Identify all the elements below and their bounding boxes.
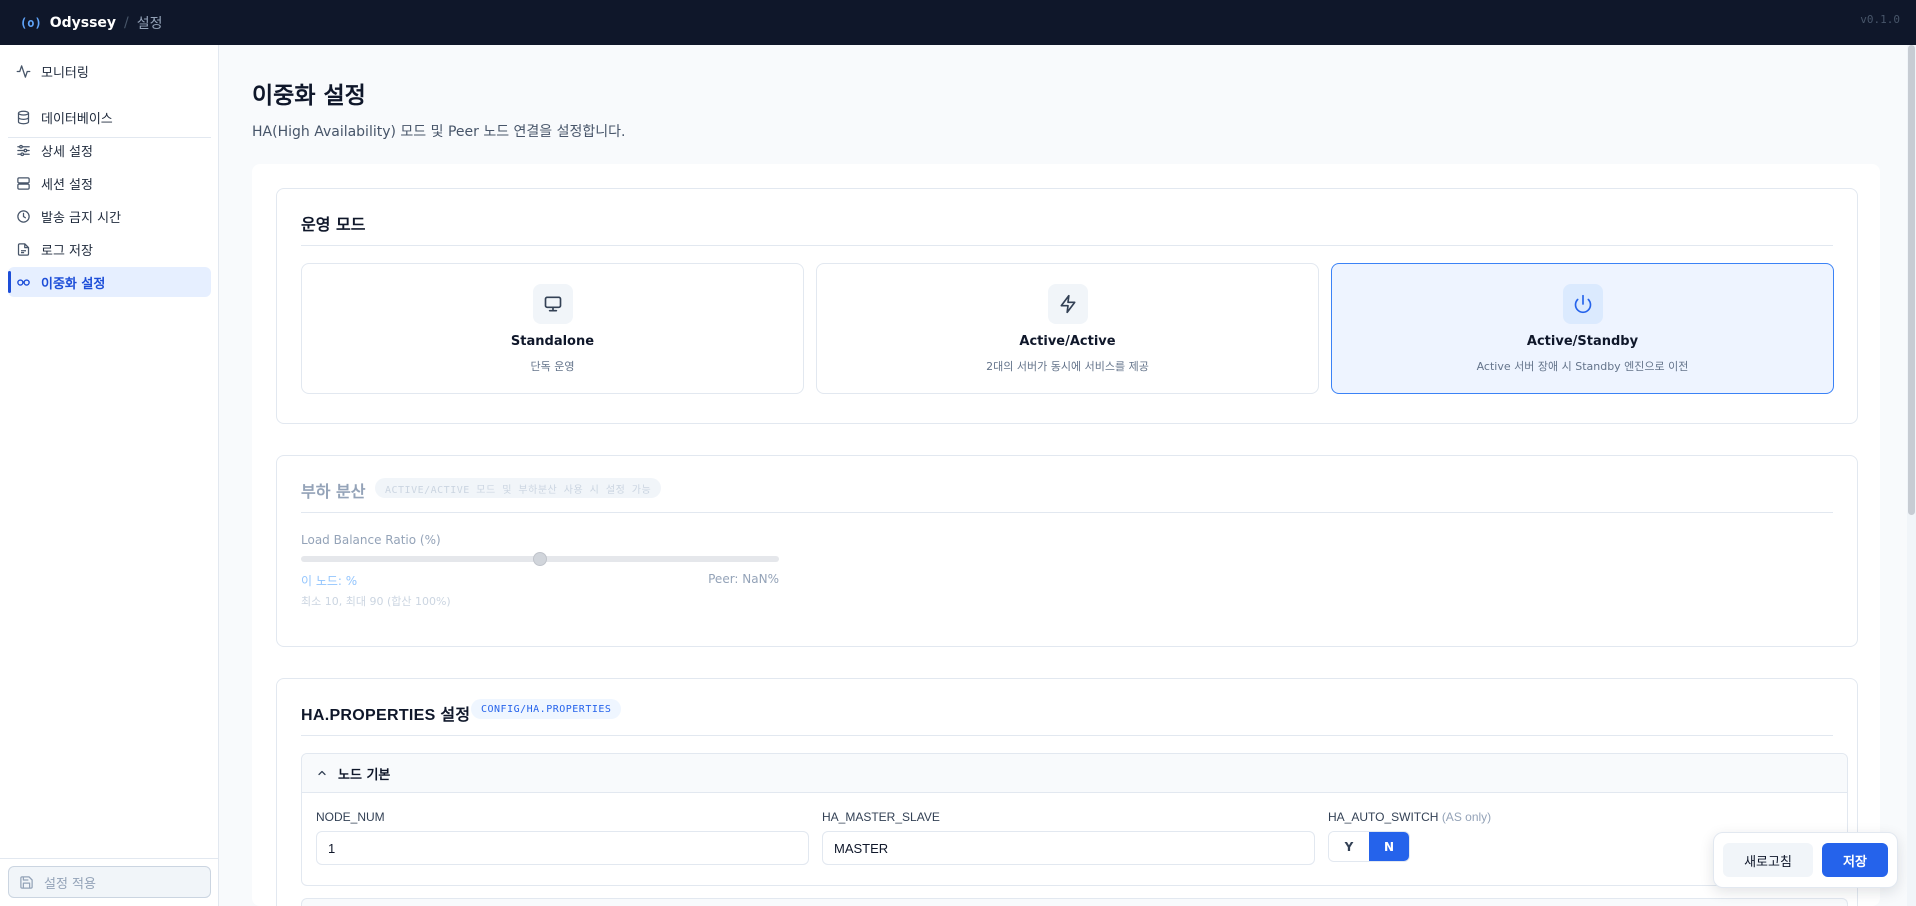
node-num-input[interactable] xyxy=(316,831,809,865)
file-text-icon xyxy=(17,242,30,256)
mode-icon-box xyxy=(1562,284,1603,324)
load-balance-slider[interactable] xyxy=(301,552,779,566)
version-label: v0.1.0 xyxy=(1860,13,1900,26)
sidebar-footer: 설정 적용 xyxy=(0,858,219,906)
mode-name: Active/Active xyxy=(1019,334,1116,349)
breadcrumb-separator: / xyxy=(124,14,129,31)
load-balance-badge: ACTIVE/ACTIVE 모드 및 부하분산 사용 시 설정 가능 xyxy=(375,478,662,498)
node-basic-section: 노드 기본 NODE_NUM HA_MASTER_SLAVE HA_AUTO_S… xyxy=(301,753,1848,886)
auto-switch-label-text: HA_AUTO_SWITCH xyxy=(1328,810,1439,824)
mode-description: 단독 운영 xyxy=(530,360,575,373)
next-section-header[interactable] xyxy=(301,898,1848,906)
brand[interactable]: (o) Odyssey / 설정 xyxy=(20,13,163,33)
sidebar-item-blackout-time[interactable]: 발송 금지 시간 xyxy=(8,201,211,231)
sidebar-item-advanced[interactable]: 상세 설정 xyxy=(8,135,211,165)
sidebar-item-log[interactable]: 로그 저장 xyxy=(8,234,211,264)
server-icon xyxy=(17,176,30,190)
mode-option-active-active[interactable]: Active/Active 2대의 서버가 동시에 서비스를 제공 xyxy=(816,263,1319,394)
mode-name: Active/Standby xyxy=(1526,334,1639,349)
sidebar-item-database[interactable]: 데이터베이스 xyxy=(8,102,211,132)
main-panel: 운영 모드 Standalone 단독 운영 Active/Active 2대의… xyxy=(252,164,1880,906)
sliders-icon xyxy=(17,144,30,156)
top-bar: (o) Odyssey / 설정 v0.1.0 xyxy=(0,0,1916,45)
breadcrumb-current: 설정 xyxy=(136,15,163,32)
load-balance-ratio-label: Load Balance Ratio (%) xyxy=(301,533,441,547)
mode-card-title: 운영 모드 xyxy=(301,215,366,234)
sidebar-item-label: 모니터링 xyxy=(41,65,89,81)
sidebar-item-label: 상세 설정 xyxy=(41,144,93,160)
mode-description: Active 서버 장애 시 Standby 엔진으로 이전 xyxy=(1476,360,1689,373)
activity-icon xyxy=(16,64,31,78)
mode-option-active-standby[interactable]: Active/Standby Active 서버 장애 시 Standby 엔진… xyxy=(1331,263,1834,394)
card-divider xyxy=(301,245,1833,246)
slider-thumb[interactable] xyxy=(533,552,547,566)
ha-properties-card: HA.PROPERTIES 설정 CONFIG/HA.PROPERTIES 노드… xyxy=(276,678,1858,906)
monitor-icon xyxy=(544,296,561,312)
node-num-label: NODE_NUM xyxy=(316,810,385,824)
database-icon xyxy=(17,110,30,124)
mode-name: Standalone xyxy=(510,334,595,349)
card-divider xyxy=(301,512,1833,513)
mode-icon-box xyxy=(532,284,573,324)
auto-switch-no-option[interactable]: N xyxy=(1369,832,1409,861)
auto-switch-yes-option[interactable]: Y xyxy=(1329,832,1369,861)
floating-action-bar: 새로고침 저장 xyxy=(1713,832,1898,888)
page-scrollbar[interactable] xyxy=(1907,45,1916,906)
odyssey-logo-icon: (o) xyxy=(20,15,42,30)
chevron-up-icon xyxy=(318,770,326,776)
auto-switch-hint: (AS only) xyxy=(1441,810,1492,824)
save-button[interactable]: 저장 xyxy=(1822,843,1888,877)
section-title: 노드 기본 xyxy=(338,767,391,783)
ha-properties-path-badge: CONFIG/HA.PROPERTIES xyxy=(471,699,622,719)
sidebar: 모니터링 데이터베이스 상세 설정 세션 설정 발송 금지 시간 로그 저장 이… xyxy=(0,45,219,906)
master-slave-input[interactable] xyxy=(822,831,1315,865)
auto-switch-toggle: Y N xyxy=(1328,831,1410,862)
mode-description: 2대의 서버가 동시에 서비스를 제공 xyxy=(986,360,1149,373)
page-description: HA(High Availability) 모드 및 Peer 노드 연결을 설… xyxy=(252,124,626,140)
auto-switch-label: HA_AUTO_SWITCH (AS only) xyxy=(1328,810,1491,824)
load-balance-title: 부하 분산 xyxy=(301,482,366,501)
app-name: Odyssey xyxy=(49,14,117,31)
sidebar-item-monitoring[interactable]: 모니터링 xyxy=(8,56,211,86)
sidebar-item-label: 이중화 설정 xyxy=(41,276,106,292)
save-icon xyxy=(20,875,33,889)
page-title: 이중화 설정 xyxy=(252,83,366,109)
ha-properties-title: HA.PROPERTIES 설정 xyxy=(301,707,471,724)
scrollbar-thumb[interactable] xyxy=(1908,45,1915,515)
sidebar-item-ha[interactable]: 이중화 설정 xyxy=(8,267,211,297)
sidebar-item-label: 로그 저장 xyxy=(41,243,93,259)
refresh-button[interactable]: 새로고침 xyxy=(1723,843,1813,877)
load-balance-card: 부하 분산 ACTIVE/ACTIVE 모드 및 부하분산 사용 시 설정 가능… xyxy=(276,455,1858,647)
sidebar-item-label: 발송 금지 시간 xyxy=(41,210,122,226)
sidebar-item-session[interactable]: 세션 설정 xyxy=(8,168,211,198)
apply-settings-label: 설정 적용 xyxy=(44,876,96,892)
master-slave-label: HA_MASTER_SLAVE xyxy=(822,810,940,824)
node-basic-section-header[interactable]: 노드 기본 xyxy=(302,754,1847,793)
load-balance-hint: 최소 10, 최대 90 (합산 100%) xyxy=(301,595,451,608)
clock-icon xyxy=(17,209,30,223)
mode-option-standalone[interactable]: Standalone 단독 운영 xyxy=(301,263,804,394)
card-divider xyxy=(301,735,1833,736)
sidebar-item-label: 세션 설정 xyxy=(41,177,93,193)
this-node-ratio: 이 노드: % xyxy=(301,574,358,588)
apply-settings-button[interactable]: 설정 적용 xyxy=(8,866,211,898)
mode-card: 운영 모드 Standalone 단독 운영 Active/Active 2대의… xyxy=(276,188,1858,424)
zap-icon xyxy=(1060,294,1075,314)
peer-ratio: Peer: NaN% xyxy=(708,572,779,586)
mode-icon-box xyxy=(1047,284,1088,324)
link-icon xyxy=(17,278,30,286)
power-icon xyxy=(1574,294,1591,314)
sidebar-item-label: 데이터베이스 xyxy=(41,111,113,127)
